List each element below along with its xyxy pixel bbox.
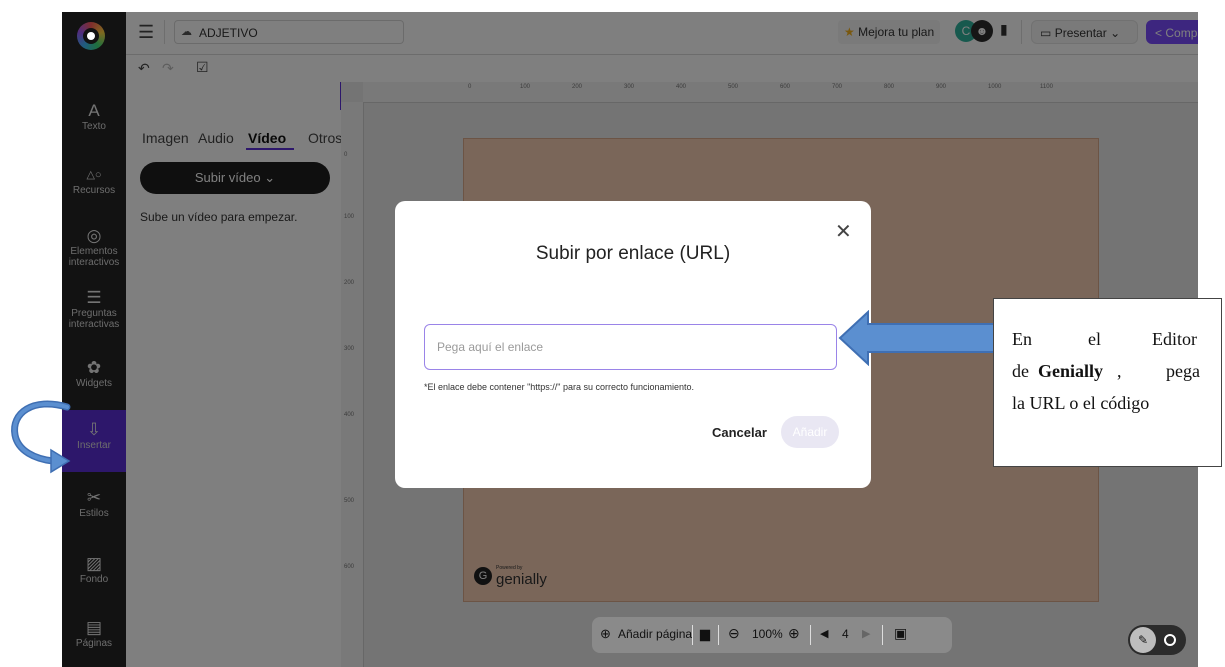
callout-word: ,	[1117, 361, 1122, 381]
comments-icon[interactable]: ▣	[894, 625, 907, 642]
zoom-out-icon[interactable]: ⊖	[728, 625, 740, 642]
callout-word: En	[1012, 329, 1032, 349]
instruction-callout: En el Editor de Genially , pega la URL o…	[993, 298, 1222, 467]
callout-word: de	[1012, 361, 1029, 381]
dialog-title: Subir por enlace (URL)	[535, 243, 731, 264]
cancel-button[interactable]: Cancelar	[712, 425, 767, 440]
divider	[882, 625, 883, 645]
edit-mode-toggle[interactable]: ✎	[1128, 625, 1186, 655]
add-page-icon[interactable]: ⊕	[600, 626, 611, 642]
divider	[810, 625, 811, 645]
bottom-toolbar: ⊕ Añadir página ▆ ⊖ 100% ⊕ ◀ 4 ▶ ▣	[592, 617, 952, 653]
url-input[interactable]	[424, 324, 837, 370]
curved-arrow-annotation	[11, 400, 71, 474]
close-icon[interactable]: ✕	[835, 219, 852, 244]
add-page-button[interactable]: Añadir página	[618, 627, 692, 641]
callout-brand: Genially	[1038, 361, 1104, 381]
previous-page-icon[interactable]: ◀	[820, 627, 828, 640]
divider	[718, 625, 719, 645]
url-helper-text: *El enlace debe contener "https://" para…	[424, 382, 695, 392]
callout-word: Editor	[1152, 329, 1197, 349]
pencil-icon: ✎	[1130, 627, 1156, 653]
add-button[interactable]: Añadir	[781, 416, 839, 448]
callout-line: la URL o el código	[1012, 393, 1150, 413]
trash-icon[interactable]: ▆	[700, 626, 710, 642]
page-number: 4	[842, 627, 849, 641]
next-page-icon[interactable]: ▶	[862, 627, 870, 640]
zoom-in-icon[interactable]: ⊕	[788, 625, 800, 642]
upload-url-dialog: ✕ Subir por enlace (URL) *El enlace debe…	[395, 201, 871, 488]
callout-word: pega	[1166, 361, 1200, 381]
divider	[692, 625, 693, 645]
arrow-annotation	[838, 310, 995, 366]
preview-icon	[1164, 634, 1176, 646]
zoom-level: 100%	[752, 627, 783, 641]
callout-word: el	[1088, 329, 1101, 349]
